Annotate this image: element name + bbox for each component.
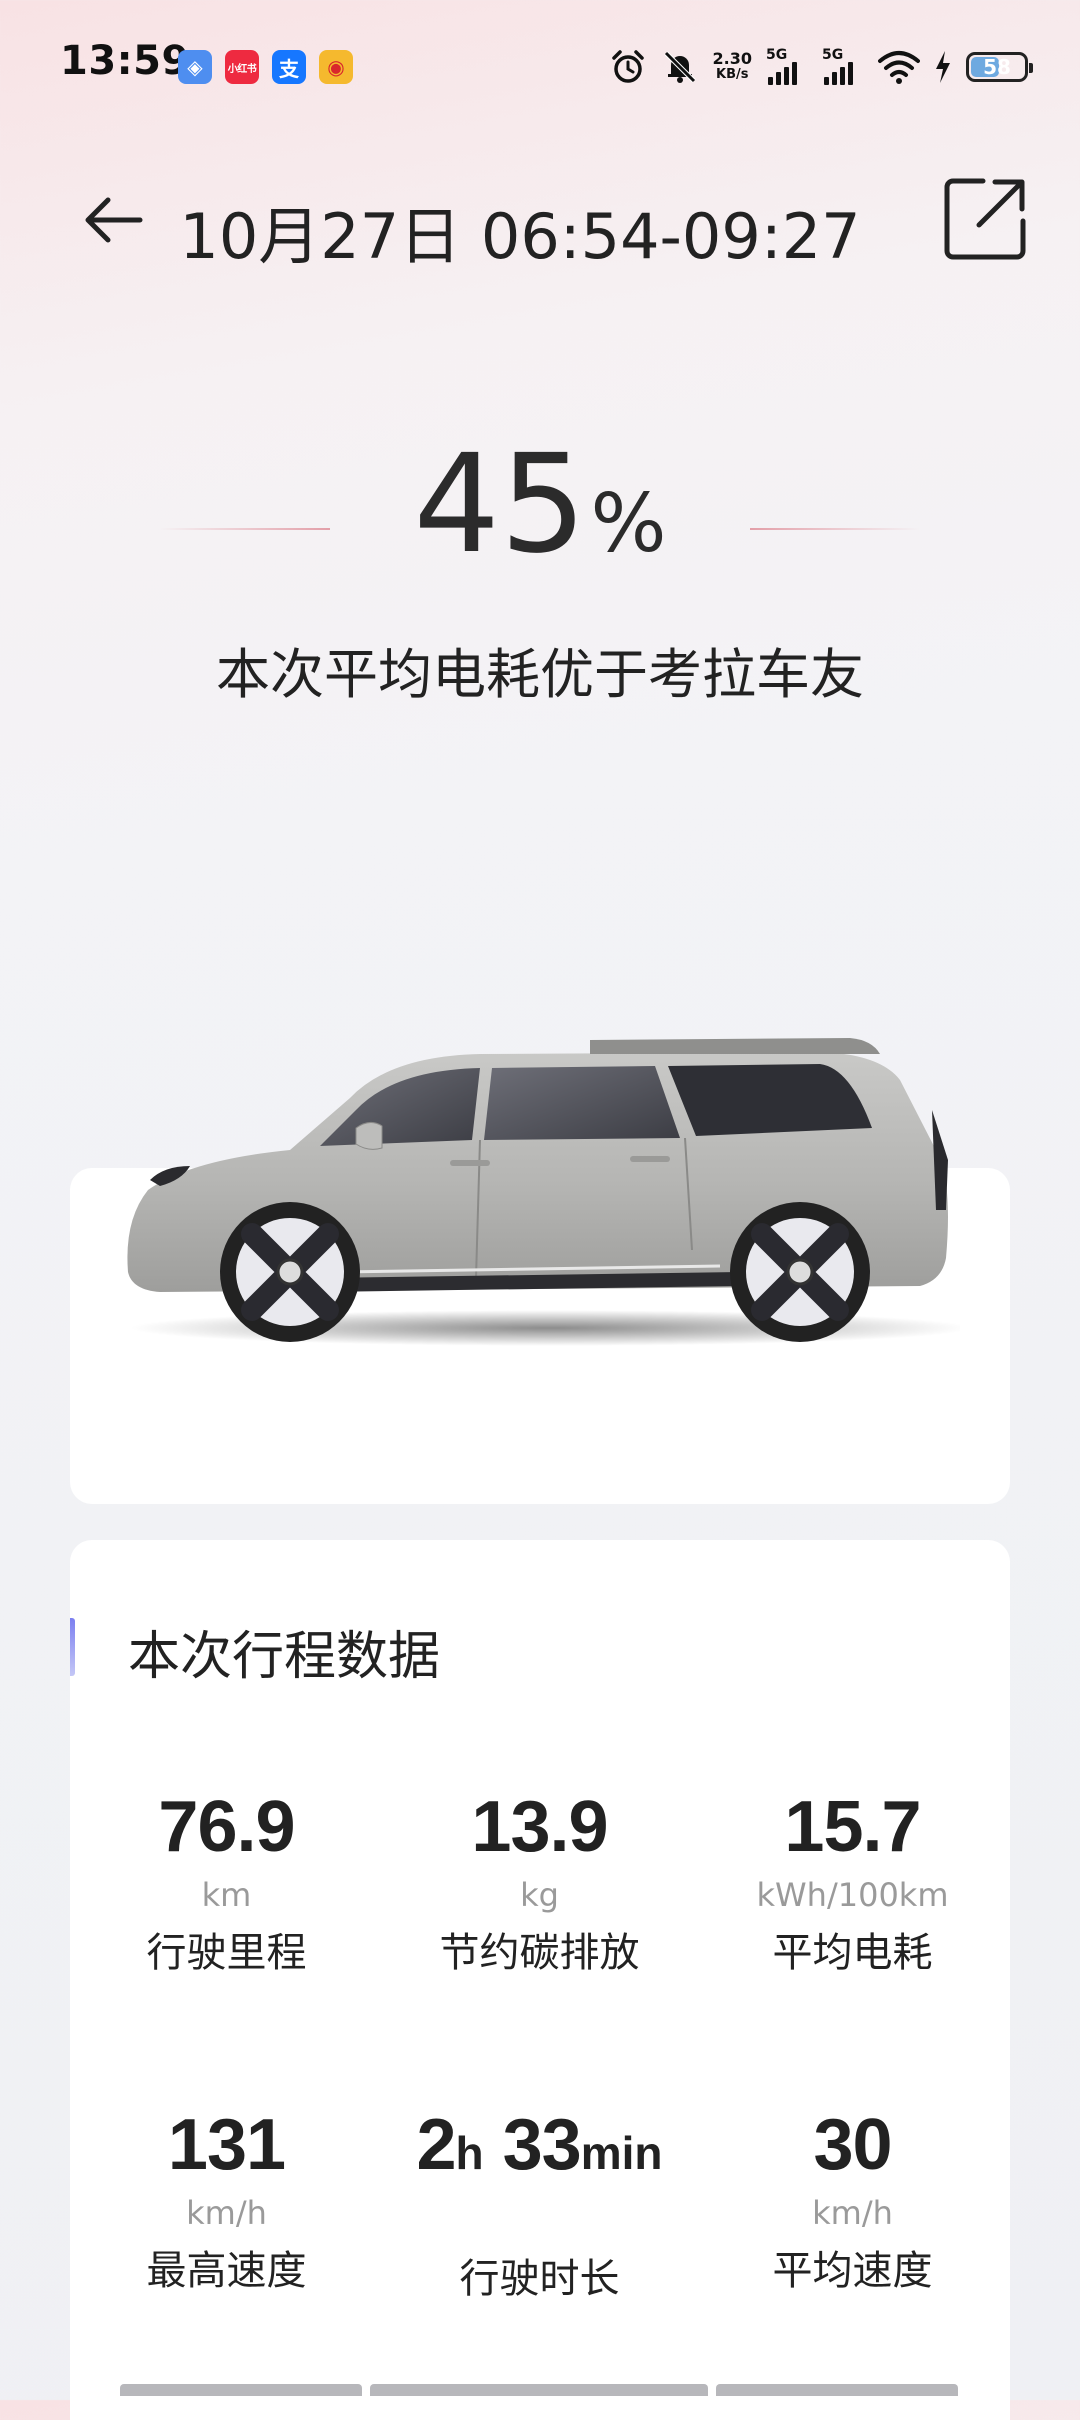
stat-carbon-saved-label: 节约碳排放 xyxy=(439,1930,640,1976)
map-app-icon: ◈ xyxy=(178,50,212,84)
stat-duration-value: 2h 33min xyxy=(416,2103,662,2195)
bottom-tab-3[interactable] xyxy=(716,2384,958,2396)
stat-carbon-saved-value: 13.9 xyxy=(471,1787,608,1867)
stat-avg-speed-label: 平均速度 xyxy=(772,2248,933,2294)
signal-2-icon: 5G xyxy=(822,47,864,87)
stat-carbon-saved: 13.9 kg 节约碳排放 xyxy=(383,1785,696,2103)
bottom-tab-1[interactable] xyxy=(120,2384,362,2396)
battery-icon: 58 xyxy=(966,52,1033,82)
signal-2-label: 5G xyxy=(822,47,844,63)
battery-level: 58 xyxy=(983,55,1011,79)
stat-max-speed-label: 最高速度 xyxy=(146,2248,307,2294)
stat-avg-consumption-label: 平均电耗 xyxy=(772,1930,933,1976)
page-title: 10月27日 06:54-09:27 xyxy=(179,200,861,273)
efficiency-value: 45 xyxy=(413,426,587,584)
xiaohongshu-icon: 小红书 xyxy=(225,50,259,84)
stat-distance-value: 76.9 xyxy=(158,1787,295,1867)
alipay-icon: 支 xyxy=(272,50,306,84)
stat-max-speed-unit: km/h xyxy=(186,2194,267,2232)
signal-1-label: 5G xyxy=(766,47,788,63)
trip-data-card: 本次行程数据 76.9 km 行驶里程 13.9 kg 节约碳排放 15.7 k… xyxy=(70,1540,1010,2420)
stat-distance-label: 行驶里程 xyxy=(146,1930,307,1976)
stat-avg-speed: 30 km/h 平均速度 xyxy=(696,2103,1009,2363)
status-bar: 13:59 ◈ 小红书 支 ◉ 2.30 KB/s 5G 5G 58 xyxy=(0,0,1080,130)
wifi-icon xyxy=(878,51,920,84)
stat-avg-consumption: 15.7 kWh/100km 平均电耗 xyxy=(696,1785,1009,2103)
stat-distance: 76.9 km 行驶里程 xyxy=(70,1785,383,2103)
status-right-cluster: 2.30 KB/s 5G 5G 58 xyxy=(609,42,1033,92)
mute-bell-icon xyxy=(663,51,696,83)
trip-data-title: 本次行程数据 xyxy=(128,1627,441,1687)
stat-duration-minutes-unit: min xyxy=(580,2127,663,2179)
car-image xyxy=(127,1038,960,1346)
stat-max-speed: 131 km/h 最高速度 xyxy=(70,2103,383,2363)
stat-duration-hours: 2 xyxy=(416,2105,456,2185)
stat-avg-speed-unit: km/h xyxy=(812,2194,893,2232)
share-export-icon xyxy=(944,178,1026,260)
stat-max-speed-value: 131 xyxy=(167,2105,286,2185)
notification-icons: ◈ 小红书 支 ◉ xyxy=(178,50,353,84)
network-speed: 2.30 KB/s xyxy=(713,51,752,83)
signal-1-icon: 5G xyxy=(766,47,808,87)
bottom-tab-indicators xyxy=(120,2384,958,2396)
section-accent-bar xyxy=(70,1618,75,1676)
stat-duration-minutes: 33 xyxy=(502,2105,582,2185)
stat-avg-consumption-value: 15.7 xyxy=(784,1787,921,1867)
share-button[interactable] xyxy=(940,174,1030,264)
charging-bolt-icon xyxy=(936,51,950,83)
efficiency-percentage: 45% xyxy=(0,430,1080,621)
trip-stats-grid: 76.9 km 行驶里程 13.9 kg 节约碳排放 15.7 kWh/100k… xyxy=(70,1785,1010,2363)
stat-duration-label: 行驶时长 xyxy=(459,2256,620,2302)
stat-carbon-saved-unit: kg xyxy=(520,1876,559,1914)
weibo-icon: ◉ xyxy=(319,50,353,84)
stat-duration-hours-unit: h xyxy=(455,2127,484,2179)
efficiency-hero: 45% 本次平均电耗优于考拉车友 xyxy=(0,430,1080,710)
bottom-tab-2[interactable] xyxy=(370,2384,708,2396)
page-header: 10月27日 06:54-09:27 xyxy=(0,160,1080,280)
status-time: 13:59 xyxy=(60,38,190,84)
stat-avg-speed-value: 30 xyxy=(813,2105,892,2185)
efficiency-subtitle: 本次平均电耗优于考拉车友 xyxy=(216,643,864,706)
stat-distance-unit: km xyxy=(201,1876,252,1914)
stat-avg-consumption-unit: kWh/100km xyxy=(756,1876,949,1914)
stat-duration: 2h 33min 行驶时长 xyxy=(383,2103,696,2363)
network-speed-unit: KB/s xyxy=(716,67,749,82)
efficiency-unit: % xyxy=(590,477,667,570)
network-speed-value: 2.30 xyxy=(712,49,752,68)
alarm-icon xyxy=(611,50,644,83)
